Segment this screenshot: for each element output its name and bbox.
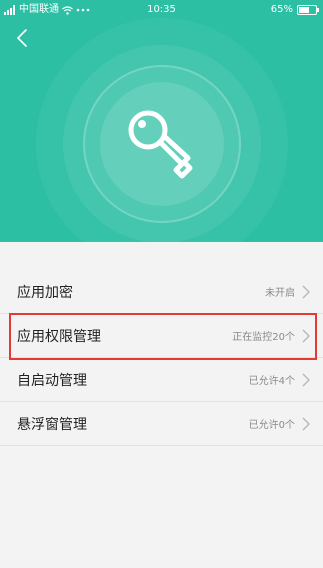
battery-icon — [297, 5, 319, 15]
setting-status: 已允许0个 — [248, 420, 295, 431]
setting-label: 应用权限管理 — [17, 328, 101, 345]
setting-app-encryption[interactable]: 应用加密 未开启 — [0, 270, 323, 314]
header: 中国联通 10:35 65% — [0, 0, 323, 242]
status-bar: 中国联通 10:35 65% — [0, 0, 323, 20]
key-icon — [128, 110, 192, 179]
settings-list: 应用加密 未开启 应用权限管理 正在监控20个 自启动管理 已允许4个 悬浮窗管… — [0, 270, 323, 446]
setting-status: 未开启 — [265, 288, 295, 299]
setting-label: 悬浮窗管理 — [17, 416, 87, 433]
chevron-right-icon — [302, 417, 310, 430]
chevron-right-icon — [302, 329, 310, 342]
chevron-left-icon — [17, 29, 27, 47]
setting-label: 应用加密 — [17, 284, 73, 301]
setting-app-permissions[interactable]: 应用权限管理 正在监控20个 — [0, 314, 323, 358]
setting-floating-window[interactable]: 悬浮窗管理 已允许0个 — [0, 402, 323, 446]
chevron-right-icon — [302, 373, 310, 386]
setting-autostart[interactable]: 自启动管理 已允许4个 — [0, 358, 323, 402]
battery-percent: 65% — [270, 4, 293, 15]
setting-status: 正在监控20个 — [232, 332, 295, 343]
setting-label: 自启动管理 — [17, 372, 87, 389]
setting-status: 已允许4个 — [248, 376, 295, 387]
back-button[interactable] — [8, 24, 36, 52]
chevron-right-icon — [302, 285, 310, 298]
